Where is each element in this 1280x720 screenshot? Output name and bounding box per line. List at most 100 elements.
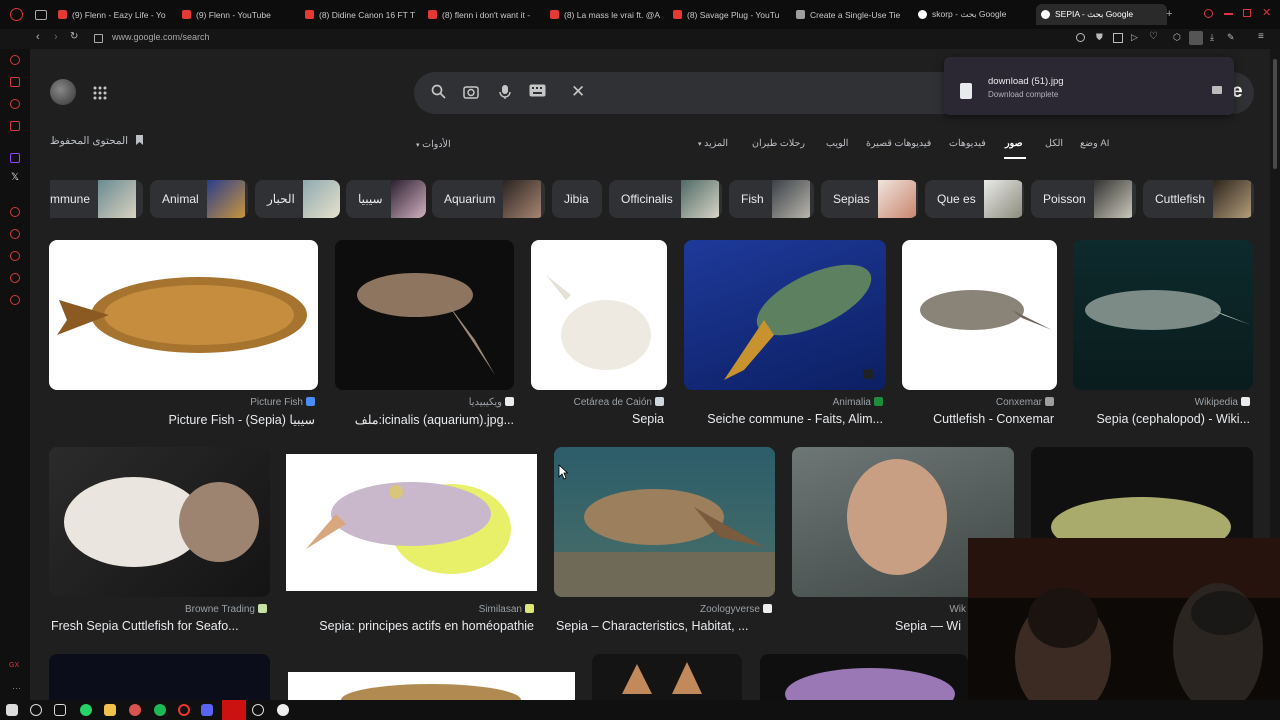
tab-flights[interactable]: رحلات طيران [752, 138, 805, 149]
chip[interactable]: Jibia [552, 180, 602, 218]
file-explorer-icon[interactable] [104, 704, 116, 716]
result-title[interactable]: Sepia [531, 412, 664, 426]
result-source[interactable]: Wik [932, 604, 966, 615]
heart-icon[interactable]: ♡ [1149, 31, 1158, 42]
result-image[interactable] [1031, 447, 1253, 538]
whatsapp-taskbar-icon[interactable] [80, 704, 92, 716]
browser-tab[interactable]: Create a Single-Use Tie [796, 4, 906, 25]
result-image[interactable] [288, 672, 575, 700]
app-icon[interactable] [277, 704, 289, 716]
result-source[interactable]: Cetárea de Caión [531, 397, 664, 408]
back-icon[interactable]: ‹ [36, 31, 40, 43]
google-apps-icon[interactable] [93, 86, 107, 100]
chip[interactable]: Sepias [821, 180, 918, 218]
downloads-sidebar-icon[interactable] [10, 273, 20, 283]
result-title[interactable]: ملف:icinalis (aquarium).jpg... [335, 412, 514, 427]
result-source[interactable]: Picture Fish [49, 397, 315, 408]
result-source[interactable]: Zoologyverse [554, 604, 772, 615]
result-image[interactable] [286, 454, 537, 591]
saved-content-link[interactable]: المحتوى المحفوظ [50, 135, 144, 147]
windows-start-icon[interactable] [6, 704, 18, 716]
more-icon[interactable]: ··· [12, 683, 21, 693]
result-title[interactable]: Sepia (cephalopod) - Wiki... [1073, 412, 1250, 426]
chip[interactable]: الحبار [255, 180, 340, 218]
download-icon[interactable]: ⤓ [1210, 32, 1214, 43]
zoom-icon[interactable] [1076, 33, 1085, 42]
result-image[interactable] [760, 654, 968, 700]
extensions-icon[interactable]: ⬡ [1173, 32, 1181, 43]
browser-tab[interactable]: (8) La mass le vrai ft. @A [550, 4, 660, 25]
microphone-icon[interactable] [499, 84, 511, 103]
settings-icon[interactable] [10, 295, 20, 305]
chip[interactable]: Poisson [1031, 180, 1136, 218]
keyboard-icon[interactable] [529, 84, 546, 100]
task-view-icon[interactable] [54, 704, 66, 716]
chip[interactable]: Animal [150, 180, 248, 218]
clear-icon[interactable]: ✕ [571, 82, 585, 102]
tab-images[interactable]: صور [1005, 138, 1023, 149]
extension-thumb-icon[interactable] [1189, 31, 1203, 45]
browser-tab[interactable]: (9) Flenn - YouTube [182, 4, 292, 25]
result-source[interactable]: Animalia [684, 397, 883, 408]
tab-ai-mode[interactable]: وضع AI [1080, 138, 1109, 149]
result-title[interactable]: Picture Fish - (Sepia) سيبيا [49, 412, 315, 427]
result-title[interactable]: Sepia – Characteristics, Habitat, ... [554, 619, 774, 633]
search-taskbar-icon[interactable] [30, 704, 42, 716]
new-tab-icon[interactable]: + [1166, 8, 1172, 20]
spotify-icon[interactable] [154, 704, 166, 716]
result-title[interactable]: Cuttlefish - Conxemar [902, 412, 1054, 426]
avatar[interactable] [50, 79, 76, 105]
result-title[interactable]: Fresh Sepia Cuttlefish for Seafo... [49, 619, 269, 633]
chip[interactable]: Fish [729, 180, 814, 218]
browser-tab[interactable]: (9) Flenn - Eazy Life - Yo [58, 4, 168, 25]
reload-icon[interactable]: ↻ [70, 31, 78, 42]
twitch-icon[interactable] [10, 153, 20, 163]
player-sidebar-icon[interactable] [10, 207, 20, 217]
result-image[interactable] [902, 240, 1057, 390]
result-image[interactable] [554, 447, 775, 597]
search-tabs-icon[interactable] [1204, 9, 1213, 18]
chip[interactable]: Que es [925, 180, 1024, 218]
download-filename[interactable]: download (51).jpg [988, 76, 1064, 87]
aria-icon[interactable] [10, 55, 20, 65]
result-source[interactable]: ويكيبيديا [335, 397, 514, 408]
scrollbar-thumb[interactable] [1273, 59, 1277, 169]
chip[interactable]: Cuttlefish [1143, 180, 1254, 218]
result-image[interactable] [684, 240, 886, 390]
result-image[interactable] [592, 654, 742, 700]
tab-videos[interactable]: فيديوهات [949, 138, 986, 149]
x-twitter-icon[interactable]: 𝕏 [11, 172, 19, 183]
tools-button[interactable]: ▾ الأدوات [416, 139, 451, 150]
result-image[interactable] [1073, 240, 1253, 390]
chip[interactable]: Aquarium [432, 180, 545, 218]
search-icon[interactable] [431, 84, 446, 102]
result-image[interactable] [335, 240, 514, 390]
workspaces-icon[interactable] [35, 10, 47, 20]
instagram-icon[interactable] [10, 121, 20, 131]
chip[interactable]: سيبيا [346, 180, 426, 218]
app-active-icon[interactable] [222, 700, 246, 720]
tab-all[interactable]: الكل [1045, 138, 1063, 149]
tab-short-videos[interactable]: فيديوهات قصيرة [866, 138, 931, 149]
folder-icon[interactable] [1212, 86, 1222, 94]
mic-app-icon[interactable] [129, 704, 141, 716]
shield-icon[interactable]: ⛊ [1096, 32, 1103, 43]
result-title[interactable]: Seiche commune - Faits, Alim... [684, 412, 883, 426]
forward-icon[interactable]: › [54, 31, 58, 43]
result-image[interactable] [49, 654, 270, 700]
chip[interactable]: Officinalis [609, 180, 722, 218]
browser-tab[interactable]: skorp - بحث Google [918, 4, 1028, 25]
lens-icon[interactable] [463, 84, 479, 103]
result-title[interactable]: Sepia — Wi [895, 619, 967, 633]
browser-tab-active[interactable]: SEPIA - بحث Google [1036, 4, 1167, 25]
result-source[interactable]: Similasan [286, 604, 534, 615]
obs-icon[interactable] [252, 704, 264, 716]
chip[interactable]: mmune [50, 180, 143, 218]
gx-icon[interactable]: GX [9, 662, 19, 669]
tab-web[interactable]: الويب [826, 138, 848, 149]
minimize-icon[interactable] [1224, 13, 1233, 15]
result-source[interactable]: Browne Trading [49, 604, 267, 615]
result-image[interactable] [531, 240, 667, 390]
whatsapp-icon[interactable] [10, 99, 20, 109]
history-icon[interactable] [10, 251, 20, 261]
